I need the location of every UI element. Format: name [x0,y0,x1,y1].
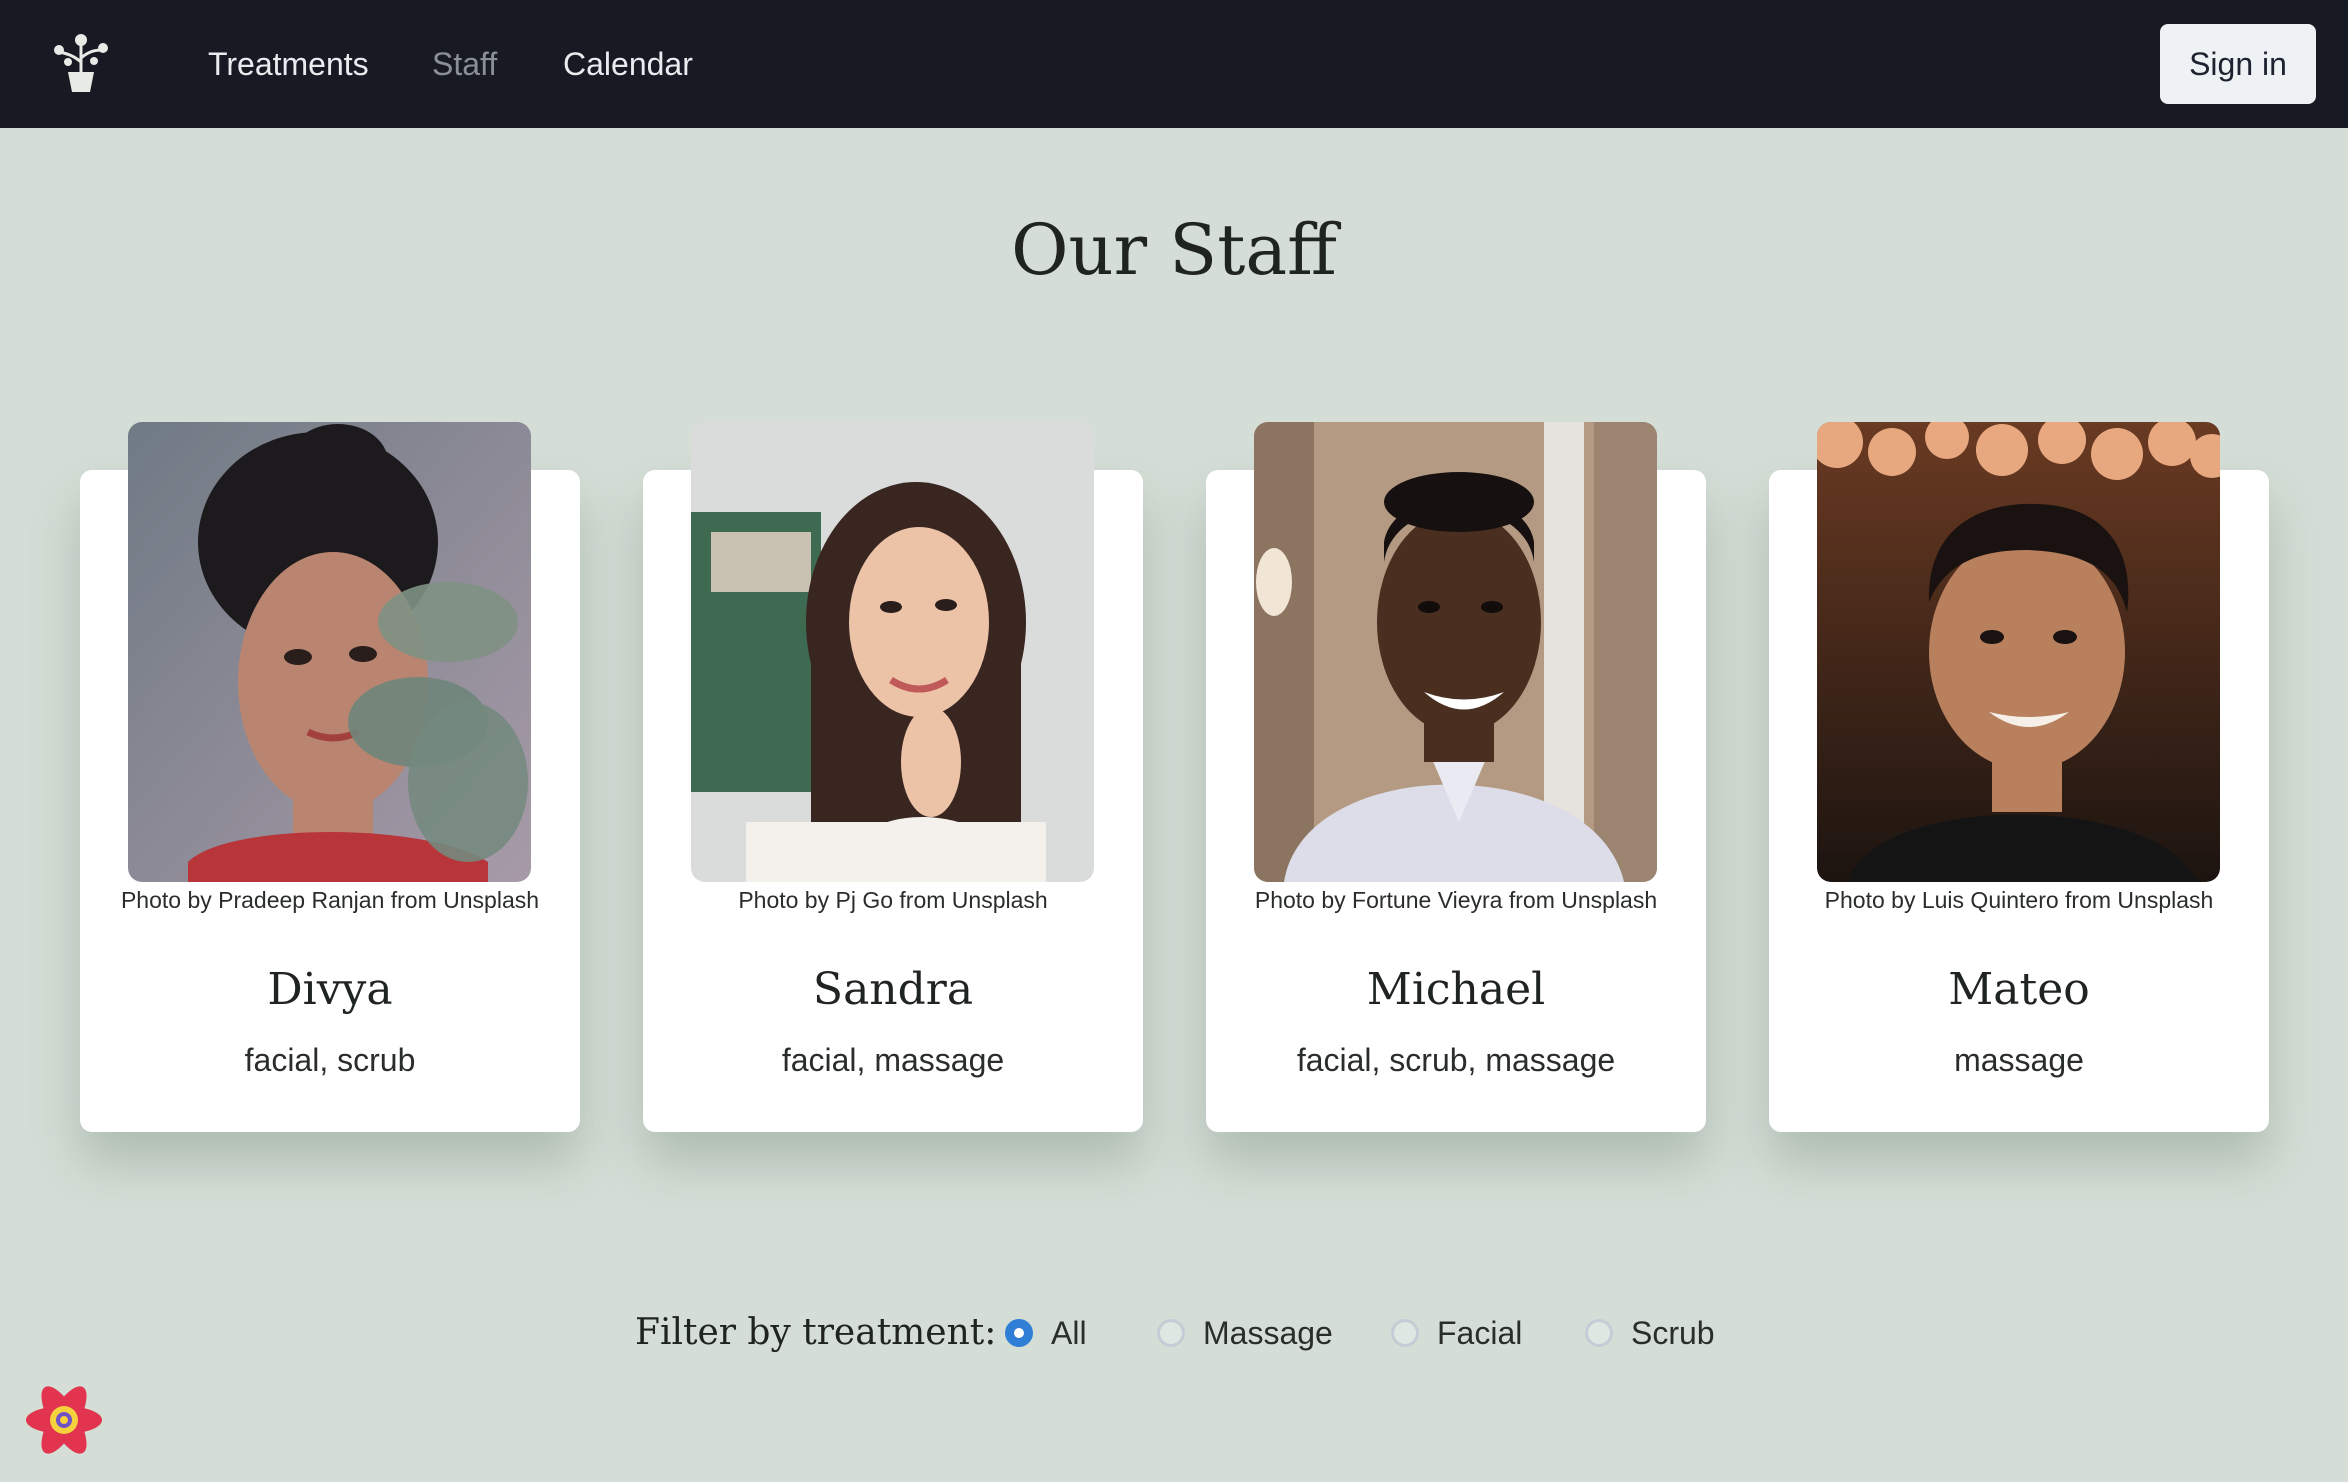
filter-option-label: Massage [1203,1315,1333,1351]
potted-plant-icon[interactable] [46,28,116,98]
top-navbar: Treatments Staff Calendar Sign in [0,0,2348,128]
photo-credit: Photo by Luis Quintero from Unsplash [1824,887,2214,913]
radio-button-all[interactable] [1005,1319,1033,1347]
photo-credit: Photo by Pradeep Ranjan from Unsplash [120,887,540,913]
staff-photo [691,422,1094,882]
staff-name: Michael [1366,964,1546,1015]
filter-option-label: Facial [1437,1315,1523,1351]
react-query-devtools-icon[interactable] [22,1380,106,1460]
filter-option-massage[interactable]: Massage [1157,1310,1333,1356]
staff-treatments: facial, massage [781,1042,1005,1078]
filter-label: Filter by treatment: [635,1312,997,1353]
photo-credit: Photo by Fortune Vieyra from Unsplash [1254,887,1658,913]
filter-option-facial[interactable]: Facial [1391,1310,1522,1356]
radio-button-massage[interactable] [1157,1319,1185,1347]
nav-link-treatments[interactable]: Treatments [208,42,369,86]
radio-button-facial[interactable] [1391,1319,1419,1347]
staff-name: Sandra [812,964,974,1015]
nav-link-staff[interactable]: Staff [432,42,497,86]
staff-photo [128,422,531,882]
staff-photo [1817,422,2220,882]
page-title: Our Staff [1011,209,1337,291]
sign-in-button[interactable]: Sign in [2160,24,2316,104]
filter-option-label: Scrub [1631,1315,1715,1351]
staff-photo [1254,422,1657,882]
radio-button-scrub[interactable] [1585,1319,1613,1347]
staff-treatments: facial, scrub, massage [1296,1042,1616,1078]
staff-treatments: facial, scrub [244,1042,416,1078]
staff-name: Mateo [1948,964,2090,1015]
staff-treatments: massage [1954,1042,2084,1078]
filter-option-label: All [1051,1315,1087,1351]
photo-credit: Photo by Pj Go from Unsplash [738,887,1048,913]
staff-name: Divya [267,964,393,1015]
filter-option-all[interactable]: All [1005,1310,1087,1356]
nav-link-calendar[interactable]: Calendar [563,42,693,86]
filter-option-scrub[interactable]: Scrub [1585,1310,1715,1356]
